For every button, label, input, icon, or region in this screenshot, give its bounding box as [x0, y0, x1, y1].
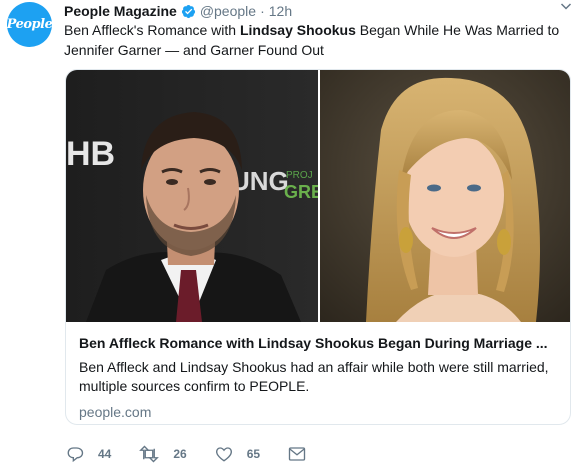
retweet-icon — [139, 445, 160, 463]
card-title[interactable]: Ben Affleck Romance with Lindsay Shookus… — [79, 334, 558, 352]
link-card[interactable]: HB UNG PROJ GREE Ben Affleck Romance wit… — [65, 69, 571, 425]
left-photo-text-proj: PROJ — [286, 170, 313, 181]
account-handle[interactable]: @people — [200, 2, 256, 20]
tweet-timestamp[interactable]: 12h — [269, 2, 292, 20]
separator-dot: · — [260, 3, 265, 19]
caret-down-icon[interactable] — [560, 0, 572, 15]
tweet-text: Ben Affleck's Romance with Lindsay Shook… — [64, 20, 569, 60]
direct-message-button[interactable] — [288, 446, 320, 462]
left-photo-text-ung: UNG — [231, 166, 289, 196]
card-image[interactable]: HB UNG PROJ GREE — [66, 70, 571, 322]
verified-icon — [181, 4, 196, 19]
left-photo-text-hb: HB — [66, 135, 115, 173]
avatar[interactable]: People — [6, 2, 53, 47]
like-count: 65 — [246, 447, 261, 461]
reply-count: 44 — [98, 447, 112, 461]
avatar-logo-text: People — [6, 17, 53, 32]
tweet-header: People Magazine @people · 12h — [64, 2, 562, 20]
tweet-actions: 44 26 65 — [66, 444, 348, 464]
retweet-button[interactable]: 26 — [139, 445, 187, 463]
reply-icon — [67, 447, 84, 463]
like-button[interactable]: 65 — [215, 445, 260, 463]
card-body[interactable]: Ben Affleck Romance with Lindsay Shookus… — [79, 334, 558, 421]
reply-button[interactable]: 44 — [66, 445, 111, 463]
like-icon — [215, 447, 232, 462]
card-description: Ben Affleck and Lindsay Shookus had an a… — [79, 359, 549, 394]
tweet-text-part1: Ben Affleck's Romance with — [64, 22, 240, 38]
card-domain[interactable]: people.com — [79, 403, 558, 421]
retweet-count: 26 — [173, 447, 187, 461]
message-icon — [288, 447, 306, 461]
account-name[interactable]: People Magazine — [64, 2, 177, 20]
tweet-text-bold: Lindsay Shookus — [239, 22, 356, 38]
